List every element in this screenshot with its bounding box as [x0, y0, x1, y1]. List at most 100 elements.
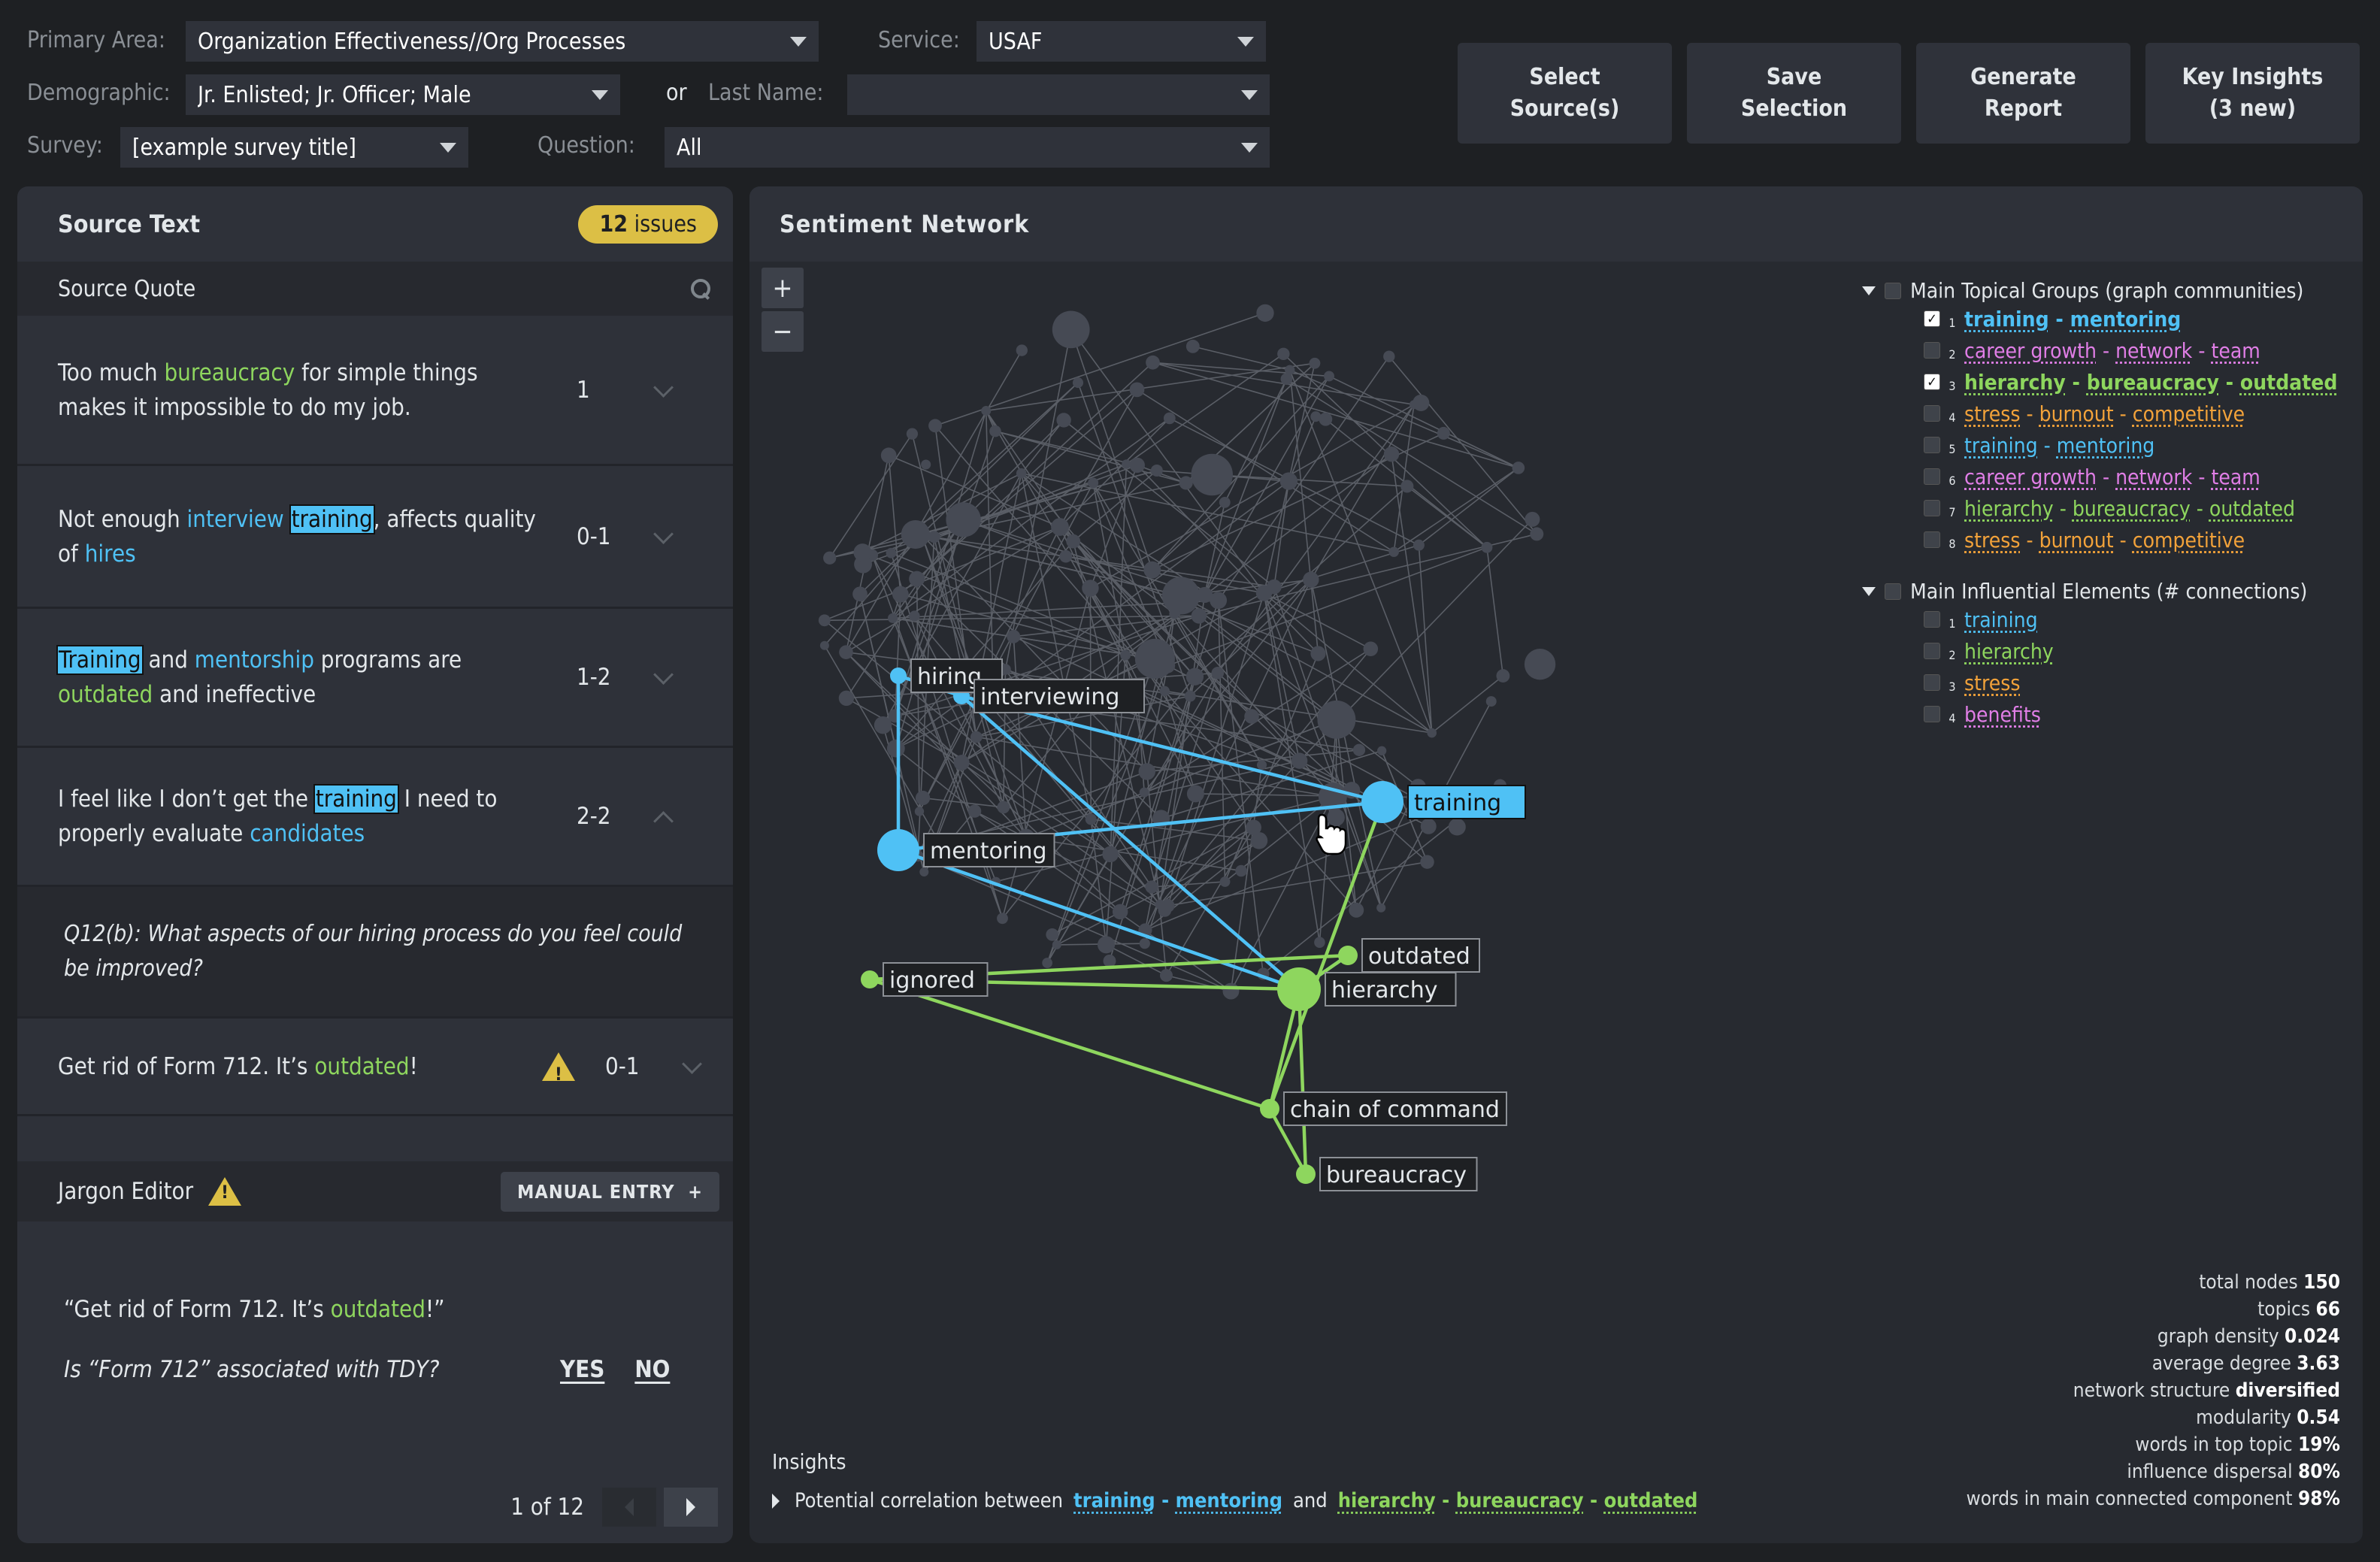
quote-row[interactable]: Not enough interview training, affects q… [17, 466, 733, 609]
quote-row[interactable]: Training and mentorship programs are out… [17, 609, 733, 748]
expand-icon[interactable] [772, 1493, 780, 1509]
topic-term[interactable]: competitive [2133, 528, 2245, 552]
stat-value: diversified [2235, 1379, 2340, 1402]
group-checkbox[interactable]: ✓ [1924, 310, 1940, 327]
topic-term[interactable]: training [1964, 307, 2049, 331]
topic-term[interactable]: stress [1964, 671, 2020, 695]
topic-term[interactable]: training [1964, 607, 2038, 632]
topic-term[interactable]: network [2115, 465, 2192, 489]
highlighted-term: Training [56, 645, 144, 675]
topic-term[interactable]: hierarchy [1964, 496, 2054, 521]
topic-term[interactable]: mentoring [1176, 1489, 1282, 1512]
element-checkbox[interactable] [1924, 643, 1940, 659]
group-checkbox[interactable] [1924, 437, 1940, 453]
topic-term[interactable]: outdated [2209, 496, 2295, 521]
group-checkbox[interactable] [1924, 531, 1940, 548]
graph-node [1186, 785, 1204, 803]
group-checkbox[interactable] [1924, 500, 1940, 516]
graph-node [892, 586, 909, 603]
topic-term[interactable]: burnout [2039, 528, 2114, 552]
quote-score: 0-1 [577, 522, 611, 550]
primary-area-select[interactable]: Organization Effectiveness//Org Processe… [186, 21, 819, 62]
zoom-out-button[interactable]: − [762, 311, 804, 352]
generate-report-button[interactable]: Generate Report [1916, 43, 2130, 144]
group-checkbox[interactable] [1924, 468, 1940, 485]
topic-term[interactable]: career growth [1964, 465, 2097, 489]
topic-term[interactable]: team [2211, 465, 2260, 489]
element-checkbox[interactable] [1924, 674, 1940, 691]
element-checkbox[interactable] [1924, 706, 1940, 722]
demographic-select[interactable]: Jr. Enlisted; Jr. Officer; Male [186, 74, 620, 115]
search-icon[interactable] [689, 277, 712, 300]
graph-node [1169, 608, 1180, 619]
next-page-button[interactable] [664, 1488, 718, 1527]
source-text-panel: Source Text 12 issues Source Quote Too m… [17, 186, 733, 1543]
quote-row[interactable]: Too much bureaucracy for simple things m… [17, 316, 733, 466]
topic-term[interactable]: outdated [1604, 1489, 1698, 1512]
group-checkbox[interactable] [1924, 405, 1940, 422]
topic-term[interactable]: benefits [1964, 702, 2041, 727]
graph-node [1496, 669, 1510, 683]
survey-select[interactable]: [example survey title] [120, 127, 468, 168]
yes-button[interactable]: YES [560, 1356, 604, 1383]
stat-row: topics 66 [1967, 1296, 2340, 1323]
issues-badge[interactable]: 12 issues [578, 204, 718, 244]
graph-node [1185, 339, 1200, 353]
chevron-down-icon[interactable] [680, 1055, 703, 1078]
group-checkbox[interactable]: ✓ [1924, 374, 1940, 390]
primary-area-value: Organization Effectiveness//Org Processe… [198, 28, 626, 55]
topic-term[interactable]: career growth [1964, 338, 2097, 363]
graph-node [1427, 728, 1437, 738]
topic-term[interactable]: stress [1964, 401, 2020, 426]
graph-node [819, 640, 829, 650]
topic-term[interactable]: network [2115, 338, 2192, 363]
topical-groups-checkbox[interactable] [1885, 282, 1901, 299]
influential-item: 1 training [1862, 604, 2307, 635]
topic-term[interactable]: mentoring [2057, 433, 2155, 458]
chevron-up-icon[interactable] [652, 805, 674, 828]
topic-term[interactable]: burnout [2039, 401, 2114, 426]
topic-term[interactable]: training [1964, 433, 2038, 458]
topic-term[interactable]: mentoring [2070, 307, 2182, 331]
quote-row[interactable]: Get rid of Form 712. It’s outdated! 0-1 [17, 1019, 733, 1116]
zoom-in-button[interactable]: + [762, 268, 804, 308]
element-checkbox[interactable] [1924, 611, 1940, 628]
node-label-text: ignored [889, 967, 975, 994]
chevron-down-icon[interactable] [652, 666, 674, 689]
topic-term[interactable]: bureaucracy [2073, 496, 2191, 521]
prev-page-button[interactable] [602, 1488, 656, 1527]
graph-node [1082, 580, 1099, 597]
last-name-select[interactable] [847, 74, 1270, 115]
topic-term[interactable]: stress [1964, 528, 2020, 552]
chevron-down-icon[interactable] [652, 379, 674, 401]
select-sources-button[interactable]: Select Source(s) [1458, 43, 1672, 144]
group-checkbox[interactable] [1924, 342, 1940, 359]
question-select[interactable]: All [665, 127, 1270, 168]
chevron-down-icon [790, 36, 807, 47]
topic-term[interactable]: bureaucracy [1456, 1489, 1584, 1512]
text: Get rid of Form 712. It’s [58, 1052, 315, 1080]
collapse-icon[interactable] [1862, 586, 1876, 596]
insight-item[interactable]: Potential correlation between training - … [772, 1489, 1697, 1512]
collapse-icon[interactable] [1862, 286, 1876, 295]
topic-term[interactable]: outdated [2240, 370, 2338, 395]
quote-list: Too much bureaucracy for simple things m… [17, 316, 733, 1116]
service-select[interactable]: USAF [977, 21, 1266, 62]
no-button[interactable]: NO [634, 1356, 670, 1383]
influential-elements-checkbox[interactable] [1885, 583, 1901, 600]
topic-term[interactable]: training [1073, 1489, 1155, 1512]
topic-term[interactable]: competitive [2133, 401, 2245, 426]
topic-term[interactable]: team [2211, 338, 2260, 363]
quote-row[interactable]: I feel like I don’t get the training I n… [17, 748, 733, 887]
graph-node [1222, 982, 1240, 1000]
topic-term[interactable]: hierarchy [1964, 370, 2066, 395]
key-insights-button[interactable]: Key Insights (3 new) [2145, 43, 2360, 144]
chevron-down-icon[interactable] [652, 525, 674, 548]
manual-entry-button[interactable]: MANUAL ENTRY + [501, 1171, 719, 1212]
topic-term[interactable]: hierarchy [1964, 639, 2054, 664]
graph-edge [1217, 600, 1226, 882]
save-selection-button[interactable]: Save Selection [1687, 43, 1901, 144]
topic-term[interactable]: bureaucracy [2087, 370, 2219, 395]
topic-term[interactable]: hierarchy [1338, 1489, 1436, 1512]
graph-edge [986, 362, 1316, 412]
